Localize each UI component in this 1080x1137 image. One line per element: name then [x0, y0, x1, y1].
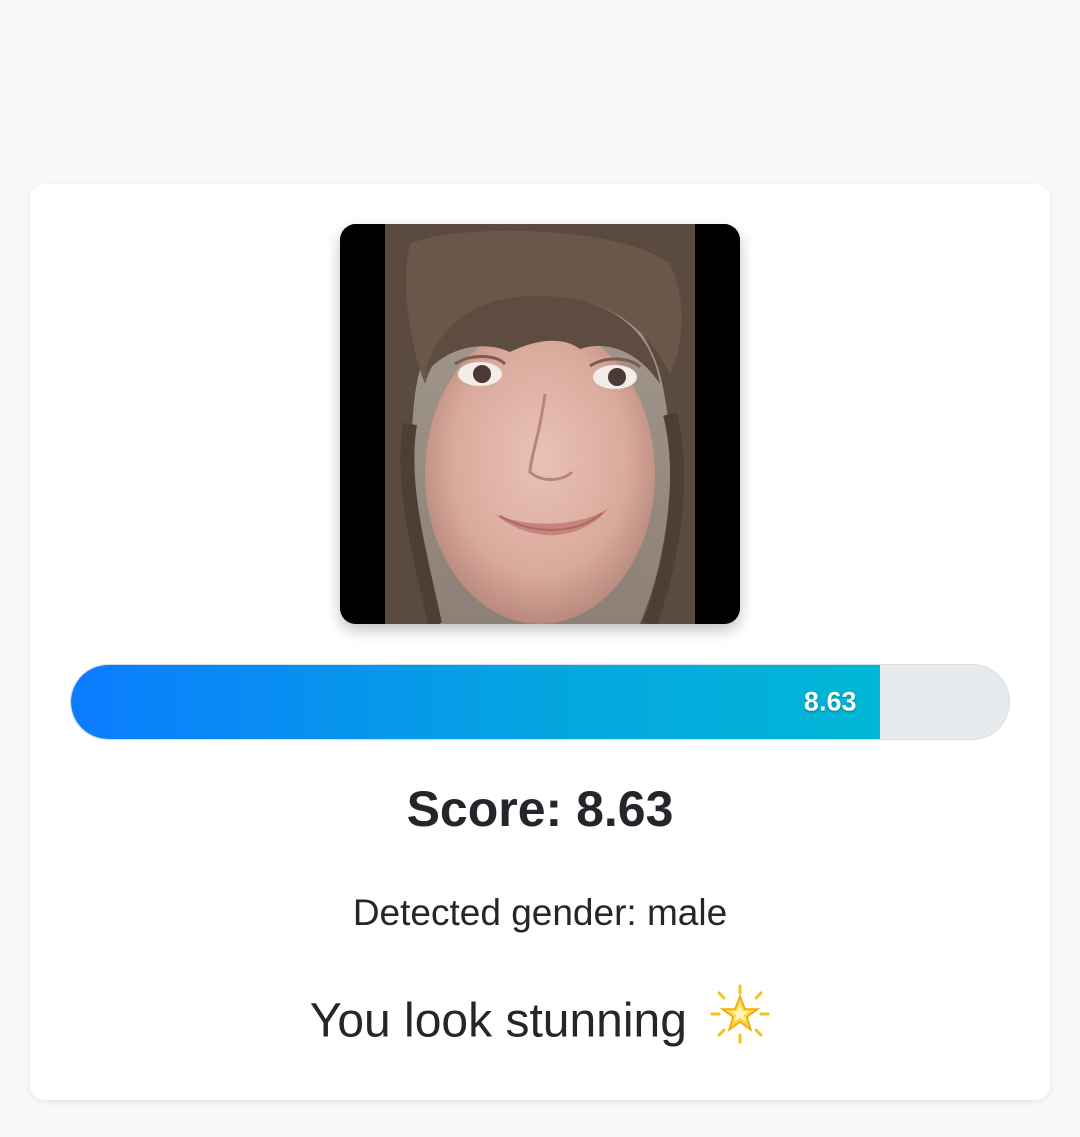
score-progress-bar: 8.63	[70, 664, 1010, 740]
result-message: You look stunning	[30, 984, 1050, 1056]
result-message-text: You look stunning	[309, 994, 687, 1048]
score-heading: Score: 8.63	[406, 781, 674, 837]
score-bar-label: 8.63	[803, 686, 857, 717]
score-progress-fill: 8.63	[71, 665, 881, 739]
face-photo	[340, 224, 740, 624]
detected-gender-text: Detected gender: male	[352, 892, 728, 933]
glowing-star-icon	[710, 984, 770, 1056]
result-card: 8.63 Score: 8.63 Detected gender: male Y…	[30, 184, 1050, 1100]
